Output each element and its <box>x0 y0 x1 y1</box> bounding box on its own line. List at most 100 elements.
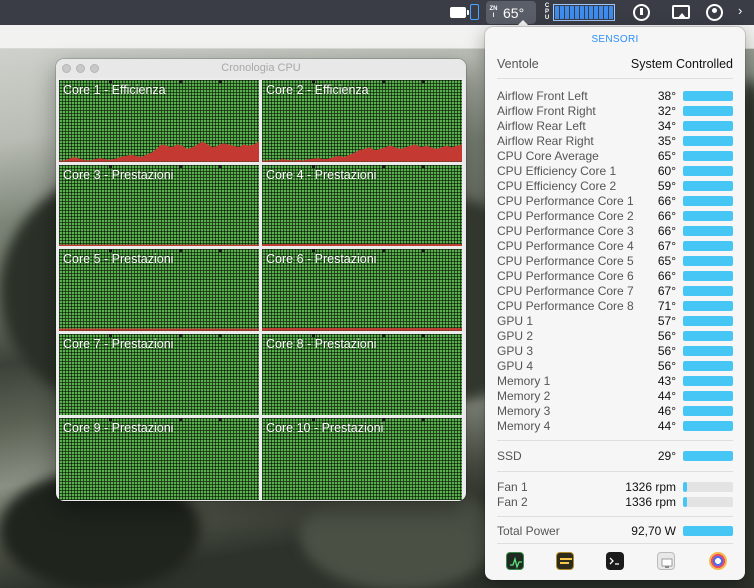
cpu-bar-segment <box>589 6 594 19</box>
sensor-bar <box>683 346 733 356</box>
core-label: Core 2 - Efficienza <box>266 83 369 97</box>
sensor-bar <box>683 106 733 116</box>
core-history-panel: Core 5 - Prestazioni <box>59 249 259 331</box>
core-label: Core 9 - Prestazioni <box>63 421 174 436</box>
sensor-value: 56° <box>657 358 676 373</box>
sensor-label: Airflow Front Left <box>497 88 588 103</box>
core-history-panel: Core 9 - Prestazioni <box>59 418 259 500</box>
core-label: Core 4 - Prestazioni <box>266 167 377 182</box>
ssd-value: 29° <box>657 448 676 463</box>
cpu-bar-segment <box>599 6 604 19</box>
total-power-bar <box>683 526 733 536</box>
sensor-value: 57° <box>657 313 676 328</box>
core-label: Core 10 - Prestazioni <box>266 421 384 436</box>
core-load-area <box>262 144 462 162</box>
divider <box>497 516 733 517</box>
core-history-panel: Core 8 - Prestazioni <box>262 333 462 416</box>
temperature-sensor-label: ZNI <box>489 5 498 19</box>
sensor-value: 67° <box>657 283 676 298</box>
core-label: Core 5 - Prestazioni <box>63 252 174 267</box>
sensor-label: Airflow Rear Left <box>497 118 586 133</box>
ssd-bar <box>683 451 733 461</box>
sensor-label: Airflow Rear Right <box>497 133 594 148</box>
core-history-panel: Core 4 - Prestazioni <box>262 164 462 247</box>
power-icon[interactable] <box>633 4 650 21</box>
sensor-value: 34° <box>657 118 676 133</box>
fan-speed-bar <box>683 497 733 507</box>
cpu-bar-segment <box>604 6 609 19</box>
sensor-value: 35° <box>657 133 676 148</box>
sensor-bar <box>683 301 733 311</box>
sensor-value: 66° <box>657 268 676 283</box>
core-label: Core 3 - Prestazioni <box>63 167 174 182</box>
core-history-panel: Core 1 - Efficienza <box>59 80 259 162</box>
sensor-label: GPU 2 <box>497 328 534 343</box>
sensor-value: 66° <box>657 223 676 238</box>
sensor-label: CPU Performance Core 6 <box>497 268 634 283</box>
sensor-bar <box>683 241 733 251</box>
fan-speed-bar <box>683 482 733 492</box>
total-power-label: Total Power <box>497 523 560 538</box>
sensor-value: 44° <box>657 388 676 403</box>
cpu-usage-menu-widget[interactable] <box>553 4 615 21</box>
core-label: Core 7 - Prestazioni <box>63 336 174 351</box>
window-title: Cronologia CPU <box>221 62 301 74</box>
sensor-bar <box>683 316 733 326</box>
fans-mode-value[interactable]: System Controlled <box>631 57 733 71</box>
cpu-bar-segment <box>564 6 569 19</box>
cpu-bar-segment <box>555 6 559 19</box>
console-icon[interactable] <box>556 552 574 570</box>
terminal-icon[interactable] <box>606 552 624 570</box>
sensor-bar <box>683 361 733 371</box>
sensor-bar <box>683 181 733 191</box>
chevron-right-icon[interactable]: › <box>738 3 750 20</box>
divider <box>497 471 733 472</box>
sensor-label: Memory 2 <box>497 388 551 403</box>
fan-label: Fan 2 <box>497 494 528 509</box>
sensor-value: 43° <box>657 373 676 388</box>
app-shortcuts <box>497 550 733 572</box>
sensor-label: CPU Efficiency Core 1 <box>497 163 617 178</box>
cpu-bar-segment <box>559 6 564 19</box>
cpu-label: CPU <box>544 3 550 21</box>
window-titlebar[interactable]: Cronologia CPU <box>56 59 466 78</box>
sensor-label: GPU 1 <box>497 313 534 328</box>
sensor-label: CPU Efficiency Core 2 <box>497 178 617 193</box>
activity-monitor-icon[interactable] <box>506 552 524 570</box>
core-grid: Core 1 - Efficienza Core 2 - Efficienza Co… <box>59 80 462 500</box>
sensor-value: 66° <box>657 193 676 208</box>
cpu-bar-segment <box>574 6 579 19</box>
sensor-bar <box>683 151 733 161</box>
airplay-icon[interactable] <box>672 5 690 19</box>
core-history-panel: Core 2 - Efficienza <box>262 80 462 162</box>
sensor-label: CPU Performance Core 4 <box>497 238 634 253</box>
sensor-value: 59° <box>657 178 676 193</box>
core-history-panel: Core 3 - Prestazioni <box>59 164 259 247</box>
divider <box>497 543 733 544</box>
sensor-bar <box>683 136 733 146</box>
cpu-bar-segment <box>569 6 574 19</box>
sensor-label: CPU Performance Core 1 <box>497 193 634 208</box>
sensor-bar <box>683 421 733 431</box>
phone-icon[interactable] <box>470 4 479 20</box>
sensor-bar <box>683 226 733 236</box>
sensor-bar <box>683 271 733 281</box>
core-load-area <box>262 328 462 331</box>
core-label: Core 1 - Efficienza <box>63 83 166 97</box>
colorsync-icon[interactable] <box>709 552 727 570</box>
system-information-icon[interactable] <box>657 552 675 570</box>
total-power-value: 92,70 W <box>631 523 676 538</box>
sensor-label: CPU Performance Core 2 <box>497 208 634 223</box>
sensor-bar <box>683 166 733 176</box>
sensor-value: 56° <box>657 343 676 358</box>
sensor-label: Airflow Front Right <box>497 103 596 118</box>
ssd-label: SSD <box>497 448 522 463</box>
sensor-label: Memory 3 <box>497 403 551 418</box>
sensor-bar <box>683 376 733 386</box>
sensor-value: 60° <box>657 163 676 178</box>
battery-icon[interactable] <box>450 7 469 18</box>
popover-title: SENSORI <box>591 34 639 45</box>
sensor-label: CPU Performance Core 8 <box>497 298 634 313</box>
user-icon[interactable] <box>706 4 723 21</box>
menu-bar: ZNI 65° CPU › <box>0 0 754 25</box>
